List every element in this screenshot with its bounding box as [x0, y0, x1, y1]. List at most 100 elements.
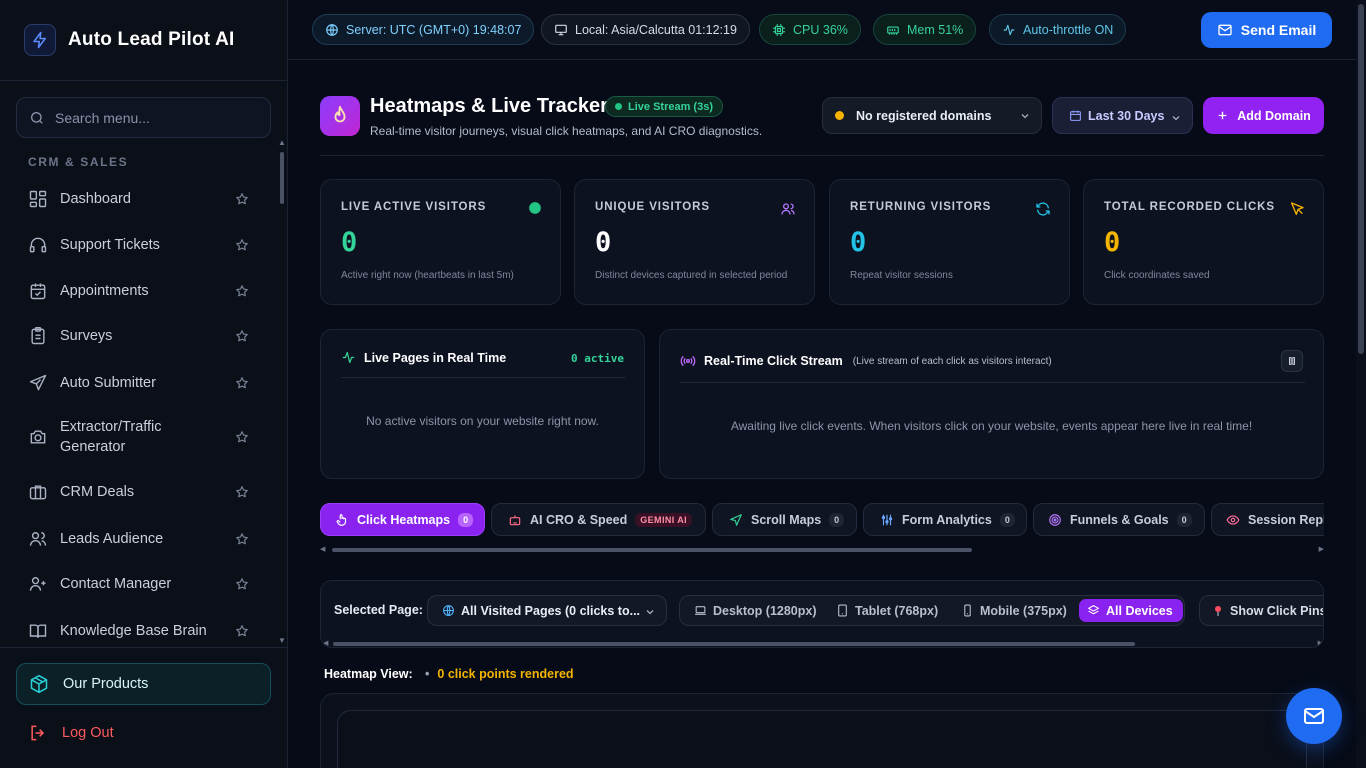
sidebar-scroll-thumb[interactable] — [280, 152, 284, 204]
filter-scrollbar[interactable]: ◀ ▶ — [321, 639, 1323, 647]
our-products-label: Our Products — [63, 676, 149, 692]
tab-scroll-maps[interactable]: Scroll Maps 0 — [712, 503, 857, 536]
device-label: Mobile (375px) — [980, 603, 1067, 618]
tab-funnels-goals[interactable]: Funnels & Goals 0 — [1033, 503, 1205, 536]
top-bar: Server: UTC (GMT+0) 19:48:07 Local: Asia… — [288, 0, 1366, 60]
pin-icon — [1212, 605, 1224, 617]
tab-click-heatmaps[interactable]: Click Heatmaps 0 — [320, 503, 485, 536]
sidebar-item-label: Support Tickets — [60, 237, 160, 253]
logout-button[interactable]: Log Out — [28, 723, 114, 743]
header-divider — [320, 155, 1324, 156]
send-icon — [28, 373, 48, 393]
star-icon[interactable] — [235, 238, 249, 252]
device-desktop-button[interactable]: Desktop (1280px) — [686, 599, 825, 622]
search-input[interactable] — [55, 109, 255, 126]
pause-button[interactable] — [1281, 350, 1303, 372]
tabs-scrollbar[interactable]: ◀ ▶ — [320, 546, 1324, 554]
lightning-icon — [24, 24, 56, 56]
sidebar-item-crm-deals[interactable]: CRM Deals — [16, 481, 271, 503]
click-stream-hint: (Live stream of each click as visitors i… — [852, 355, 1052, 367]
sidebar-item-knowledge-base[interactable]: Knowledge Base Brain — [16, 620, 271, 642]
star-icon[interactable] — [235, 430, 249, 444]
send-email-button[interactable]: Send Email — [1201, 12, 1332, 48]
sidebar-item-appointments[interactable]: Appointments — [16, 280, 271, 302]
tab-session-replay[interactable]: Session Repl — [1211, 503, 1324, 536]
star-icon[interactable] — [235, 532, 249, 546]
tabs-scroll-thumb[interactable] — [332, 548, 972, 552]
scroll-down-icon[interactable]: ▼ — [278, 636, 286, 645]
sidebar-item-support-tickets[interactable]: Support Tickets — [16, 234, 271, 256]
scroll-up-icon[interactable]: ▲ — [278, 138, 286, 147]
star-icon[interactable] — [235, 577, 249, 591]
status-dot-icon — [835, 111, 844, 120]
refresh-icon — [1035, 201, 1051, 217]
star-icon[interactable] — [235, 485, 249, 499]
click-points-text: 0 click points rendered — [437, 667, 574, 681]
stat-note: Active right now (heartbeats in last 5m) — [341, 270, 514, 281]
activity-icon — [1002, 23, 1016, 37]
domain-select-value: No registered domains — [856, 108, 992, 123]
domain-select[interactable]: No registered domains — [822, 97, 1042, 134]
live-pages-empty: No active visitors on your website right… — [366, 414, 599, 428]
scroll-left-icon[interactable]: ◀ — [320, 545, 325, 553]
chevron-down-icon — [1019, 110, 1031, 122]
click-stream-title: Real-Time Click Stream — [704, 354, 843, 368]
device-all-button[interactable]: All Devices — [1079, 599, 1183, 622]
star-icon[interactable] — [235, 329, 249, 343]
date-range-select[interactable]: Last 30 Days — [1052, 97, 1193, 134]
tab-ai-cro-speed[interactable]: AI CRO & Speed GEMINI AI — [491, 503, 706, 536]
main-scroll-thumb[interactable] — [1358, 4, 1364, 354]
search-icon — [29, 110, 45, 126]
tab-form-analytics[interactable]: Form Analytics 0 — [863, 503, 1027, 536]
sidebar-item-auto-submitter[interactable]: Auto Submitter — [16, 372, 271, 394]
live-pages-panel: Live Pages in Real Time 0 active No acti… — [320, 329, 645, 479]
star-icon[interactable] — [235, 376, 249, 390]
auto-throttle-chip[interactable]: Auto-throttle ON — [989, 14, 1127, 45]
tab-label: Click Heatmaps — [357, 512, 451, 527]
sidebar-item-label: Dashboard — [60, 191, 131, 207]
floating-mail-button[interactable] — [1286, 688, 1342, 744]
star-icon[interactable] — [235, 192, 249, 206]
cpu-chip: CPU 36% — [759, 14, 861, 45]
users-icon — [780, 201, 796, 217]
sidebar-item-leads-audience[interactable]: Leads Audience — [16, 528, 271, 550]
show-click-pins-button[interactable]: Show Click Pins — [1199, 595, 1323, 626]
stat-label: UNIQUE VISITORS — [595, 201, 710, 213]
briefcase-icon — [28, 482, 48, 502]
sidebar: Auto Lead Pilot AI CRM & SALES Dashboard… — [0, 0, 288, 768]
local-time-text: Local: Asia/Calcutta 01:12:19 — [575, 22, 737, 37]
scroll-left-icon[interactable]: ◀ — [323, 639, 328, 647]
star-icon[interactable] — [235, 284, 249, 298]
flame-icon — [320, 96, 360, 136]
sidebar-item-extractor[interactable]: Extractor/Traffic Generator — [16, 416, 271, 458]
sidebar-scrollbar[interactable] — [278, 142, 286, 646]
sidebar-item-dashboard[interactable]: Dashboard — [16, 188, 271, 210]
scroll-right-icon[interactable]: ▶ — [1319, 545, 1324, 553]
stat-value: 0 — [595, 227, 612, 258]
sidebar-item-label: Surveys — [60, 328, 113, 344]
page-select[interactable]: All Visited Pages (0 clicks to... — [427, 595, 667, 626]
sidebar-item-contact-manager[interactable]: Contact Manager — [16, 573, 271, 595]
our-products-button[interactable]: Our Products — [16, 663, 271, 705]
search-menu[interactable] — [16, 97, 271, 138]
mail-icon — [1302, 704, 1326, 728]
heatmap-canvas[interactable] — [337, 710, 1307, 768]
live-dot-icon — [528, 201, 542, 215]
logout-icon — [28, 723, 48, 743]
stat-label: LIVE ACTIVE VISITORS — [341, 201, 487, 213]
phone-icon — [961, 604, 974, 617]
brand[interactable]: Auto Lead Pilot AI — [0, 0, 287, 81]
add-domain-button[interactable]: Add Domain — [1203, 97, 1324, 134]
star-icon[interactable] — [235, 624, 249, 638]
sidebar-item-label: Auto Submitter — [60, 375, 156, 391]
device-tablet-button[interactable]: Tablet (768px) — [828, 599, 946, 622]
pause-icon — [1287, 356, 1297, 366]
sidebar-item-surveys[interactable]: Surveys — [16, 325, 271, 347]
scroll-right-icon[interactable]: ▶ — [1318, 639, 1323, 647]
mail-icon — [1217, 22, 1233, 38]
tab-label: Funnels & Goals — [1070, 512, 1169, 527]
filter-scroll-thumb[interactable] — [333, 642, 1135, 646]
device-mobile-button[interactable]: Mobile (375px) — [953, 599, 1075, 622]
live-pages-header: Live Pages in Real Time — [341, 350, 506, 365]
memory-text: Mem 51% — [907, 22, 964, 37]
